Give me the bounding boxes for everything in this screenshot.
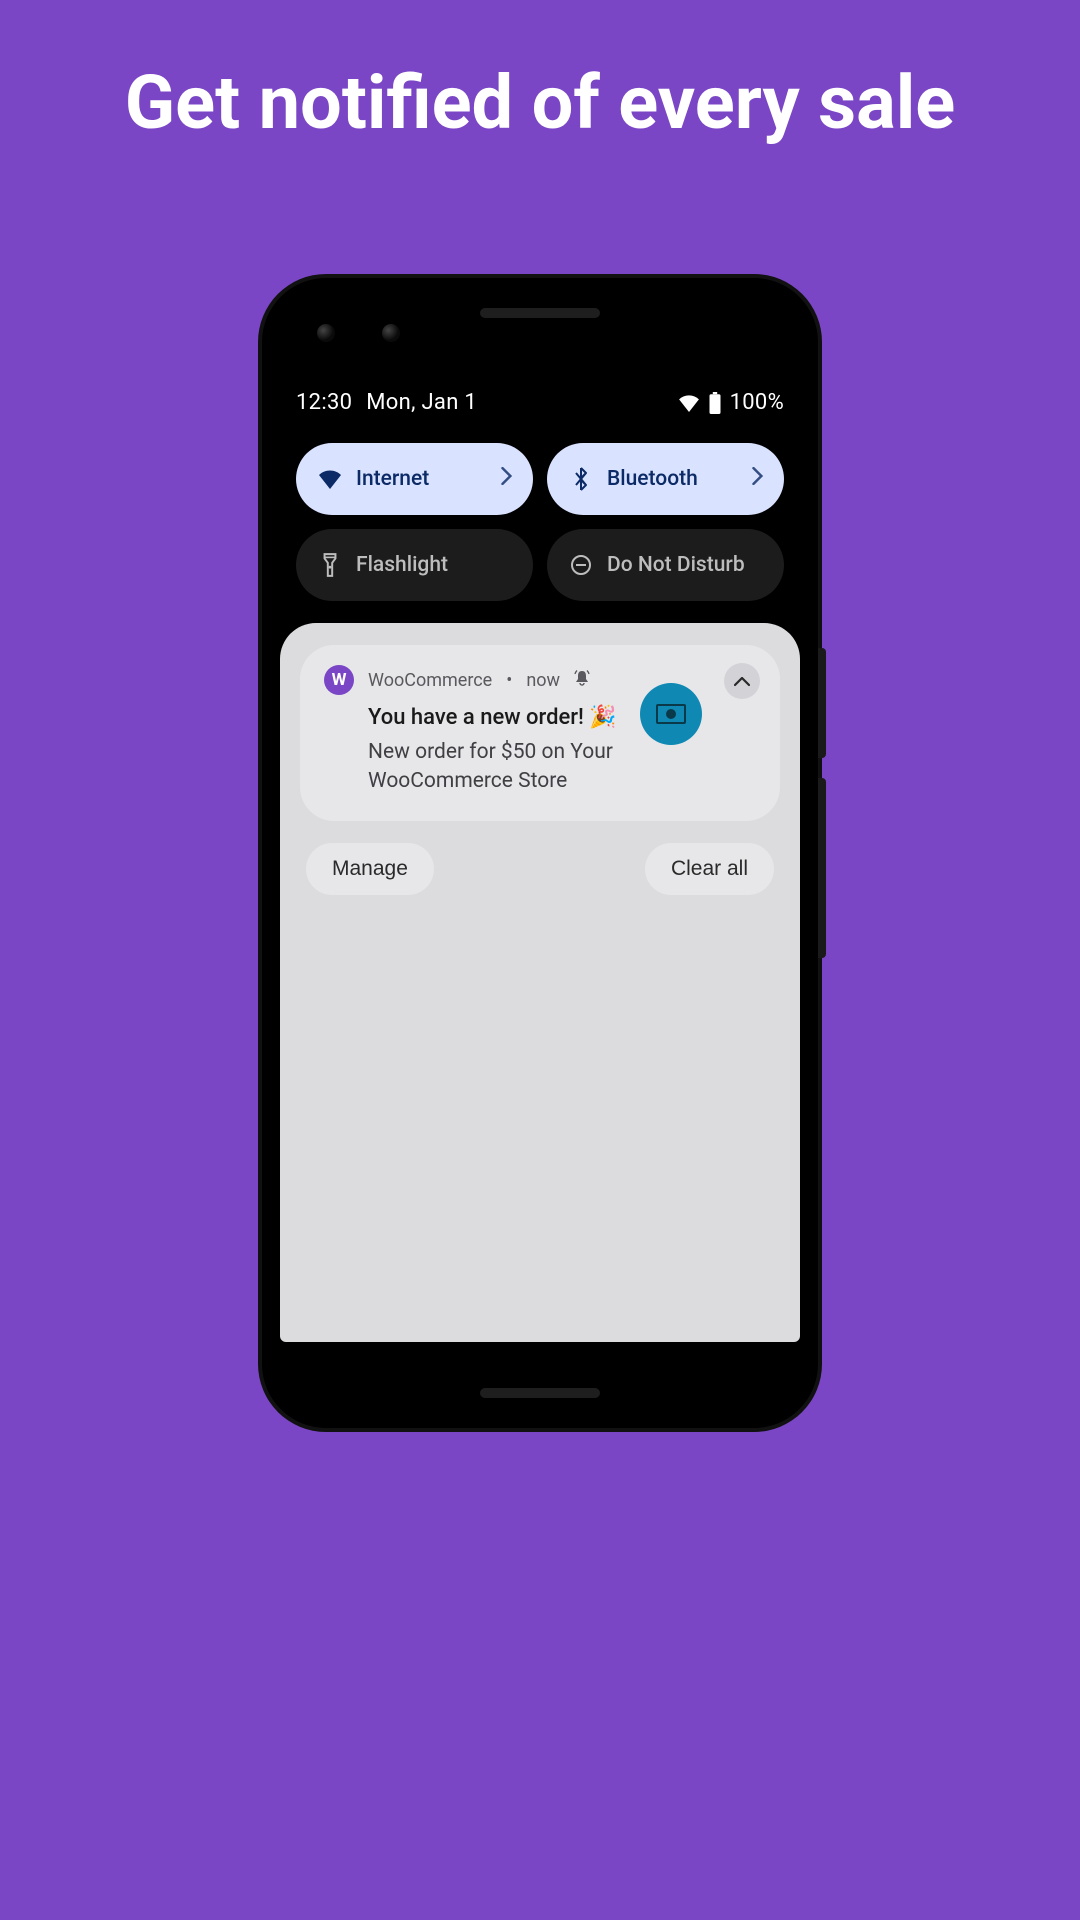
qs-tile-internet[interactable]: Internet — [296, 443, 533, 515]
front-camera-icon — [382, 324, 400, 342]
quick-settings-grid: Internet Bluetooth Flashlight — [280, 425, 800, 623]
phone-side-button — [818, 648, 826, 758]
phone-mockup-frame: 12:30 Mon, Jan 1 100% Internet — [262, 278, 818, 1428]
hero-title: Get notified of every sale — [0, 0, 1080, 151]
phone-screen: 12:30 Mon, Jan 1 100% Internet — [280, 364, 800, 1342]
wifi-icon — [678, 394, 700, 412]
manage-button[interactable]: Manage — [306, 843, 434, 895]
shade-actions: Manage Clear all — [300, 821, 780, 895]
clear-all-button[interactable]: Clear all — [645, 843, 774, 895]
phone-side-button — [818, 778, 826, 958]
qs-tile-dnd[interactable]: Do Not Disturb — [547, 529, 784, 601]
status-date: Mon, Jan 1 — [366, 390, 477, 415]
phone-top-bezel — [262, 278, 818, 364]
qs-tile-label: Bluetooth — [607, 467, 738, 491]
qs-tile-label: Do Not Disturb — [607, 553, 764, 577]
notification-text: New order for $50 on Your WooCommerce St… — [368, 738, 696, 797]
battery-icon — [708, 392, 722, 414]
speaker-slot — [480, 308, 600, 318]
battery-percent: 100% — [730, 390, 784, 415]
separator-dot: • — [506, 670, 512, 691]
bottom-speaker-slot — [480, 1388, 600, 1398]
notification-shade: W WooCommerce • now Yo — [280, 623, 800, 1342]
qs-tile-flashlight[interactable]: Flashlight — [296, 529, 533, 601]
chevron-right-icon — [752, 467, 764, 491]
app-badge-icon: W — [324, 665, 354, 695]
front-camera-icon — [317, 324, 335, 342]
wifi-icon — [318, 469, 342, 489]
chevron-up-icon — [734, 672, 750, 691]
do-not-disturb-icon — [569, 554, 593, 576]
chevron-right-icon — [501, 467, 513, 491]
collapse-button[interactable] — [724, 663, 760, 699]
notification-card[interactable]: W WooCommerce • now Yo — [300, 645, 780, 821]
bell-ringing-icon — [574, 670, 590, 691]
qs-tile-label: Internet — [356, 467, 487, 491]
notification-app-name: WooCommerce — [368, 670, 492, 691]
notification-time: now — [526, 670, 560, 691]
status-time: 12:30 — [296, 390, 352, 415]
bluetooth-icon — [569, 467, 593, 491]
status-bar: 12:30 Mon, Jan 1 100% — [280, 364, 800, 425]
qs-tile-label: Flashlight — [356, 553, 513, 577]
qs-tile-bluetooth[interactable]: Bluetooth — [547, 443, 784, 515]
flashlight-icon — [318, 553, 342, 577]
order-money-icon — [640, 683, 702, 745]
